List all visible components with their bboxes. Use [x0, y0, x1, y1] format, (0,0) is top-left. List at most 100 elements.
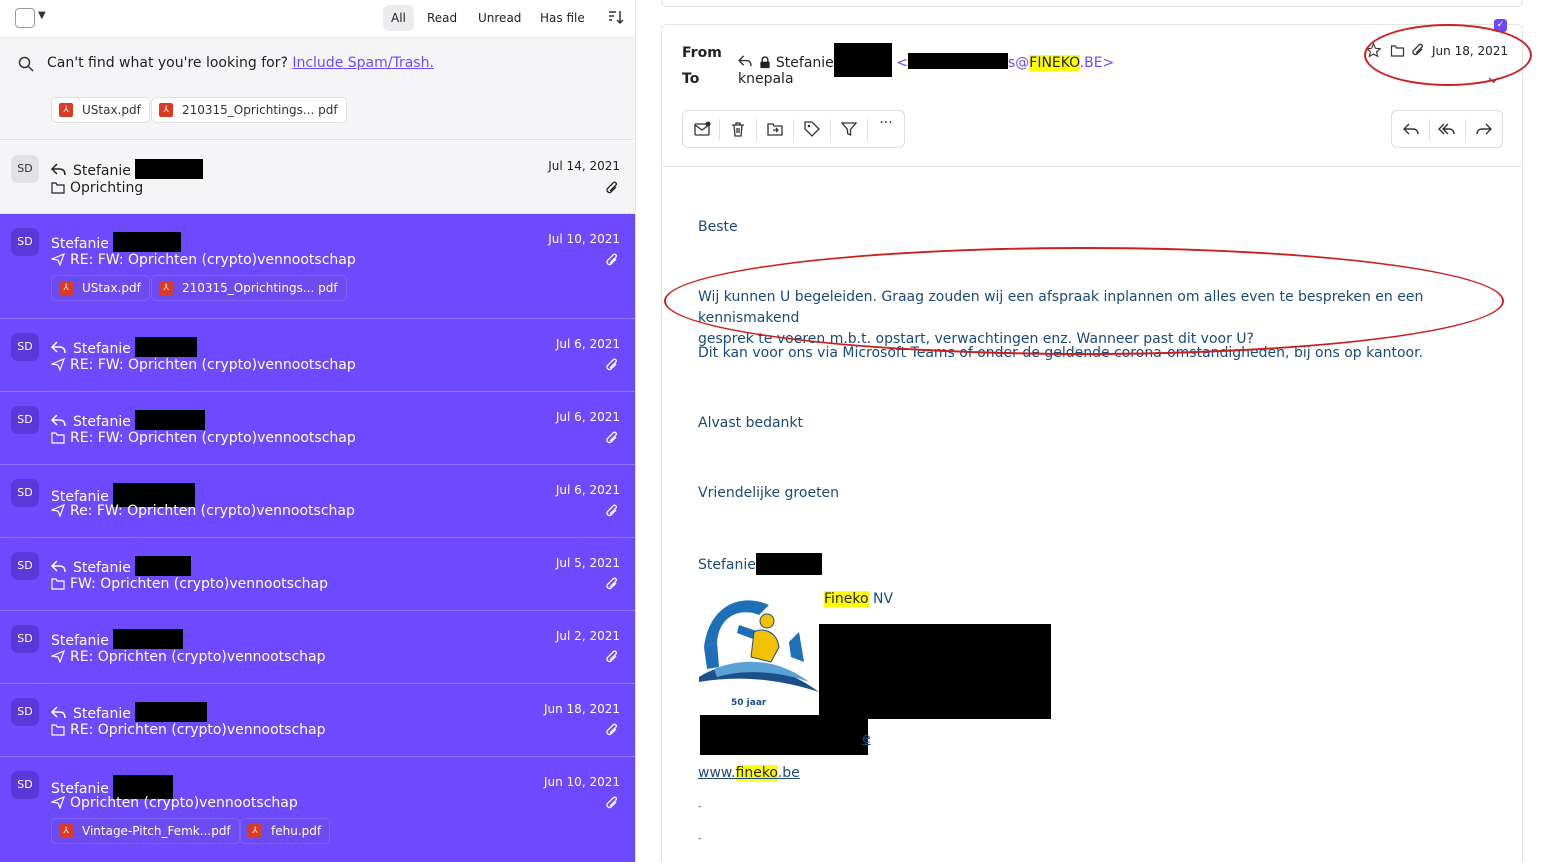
folder-icon — [51, 432, 65, 444]
redacted-block — [135, 556, 192, 576]
attachment-chip[interactable]: ⅄ UStax.pdf — [51, 97, 150, 123]
list-item[interactable]: SD Stefanie Jul 6, 2021 RE: FW: Oprichte… — [0, 392, 635, 465]
list-item[interactable]: SD Stefanie Jul 5, 2021 FW: Oprichten (c… — [0, 538, 635, 611]
pdf-icon: ⅄ — [159, 281, 173, 295]
sender-name: Stefanie — [73, 414, 131, 430]
message-list-pane: ▼ All Read Unread Has file Can't find wh… — [0, 0, 636, 862]
attachment-name: Vintage-Pitch_Femk...pdf — [82, 824, 231, 838]
message-date: Jul 6, 2021 — [555, 337, 620, 351]
company-logo — [699, 600, 819, 692]
sent-icon — [51, 504, 65, 517]
to-recipient[interactable]: knepala — [738, 71, 794, 87]
paperclip-icon — [606, 796, 617, 809]
toolbar-divider — [830, 119, 831, 141]
list-item[interactable]: SD Stefanie Jun 10, 2021 Oprichten (cryp… — [0, 757, 635, 862]
filter-read-button[interactable]: Read — [419, 5, 465, 31]
attachment-chip[interactable]: ⅄ 210315_Oprichtings... pdf — [151, 275, 347, 301]
filter-icon[interactable] — [840, 120, 858, 138]
toolbar-divider — [867, 119, 868, 141]
sort-icon[interactable] — [606, 8, 624, 26]
trash-icon[interactable] — [729, 120, 747, 138]
spam-notice-text: Can't find what you're looking for? Incl… — [47, 55, 434, 71]
body-greeting: Beste — [698, 219, 738, 235]
redacted-block — [135, 337, 198, 357]
message-date: Jul 10, 2021 — [548, 232, 620, 246]
select-dropdown-chevron-icon[interactable]: ▼ — [38, 10, 46, 21]
redacted-block — [819, 624, 1051, 719]
replied-icon — [51, 560, 66, 573]
attachment-chip[interactable]: ⅄ Vintage-Pitch_Femk...pdf — [51, 818, 240, 844]
body-paragraph: Alvast bedankt — [698, 415, 803, 431]
web-highlight: fineko — [735, 765, 778, 781]
redacted-block — [907, 53, 1008, 69]
attachment-chip[interactable]: ⅄ fehu.pdf — [240, 818, 331, 844]
attachment-chip[interactable]: ⅄ UStax.pdf — [51, 275, 150, 301]
toolbar-divider — [756, 119, 757, 141]
paperclip-icon — [606, 431, 617, 444]
paperclip-icon — [606, 181, 617, 194]
avatar: SD — [11, 228, 39, 256]
attachment-chip[interactable]: ⅄ 210315_Oprichtings... pdf — [151, 97, 347, 123]
list-item[interactable]: SD Stefanie Jul 2, 2021 RE: Oprichten (c… — [0, 611, 635, 684]
filter-has-file-button[interactable]: Has file — [532, 5, 593, 31]
avatar: SD — [11, 333, 39, 361]
signature-link-tail[interactable]: e — [862, 729, 871, 750]
previous-message-card-edge — [661, 0, 1523, 7]
attachment-name: 210315_Oprichtings... pdf — [182, 281, 338, 295]
attachment-name: UStax.pdf — [82, 103, 141, 117]
sender-name: Stefanie — [73, 341, 131, 357]
message-date: Jul 6, 2021 — [555, 483, 620, 497]
addr-suffix: .BE> — [1079, 55, 1115, 71]
body-paragraph: Vriendelijke groeten — [698, 485, 840, 501]
search-icon — [18, 56, 34, 72]
reply-icon[interactable] — [1402, 120, 1420, 138]
message-subject: RE: Oprichten (crypto)vennootschap — [70, 649, 326, 665]
replied-icon — [51, 341, 66, 354]
sent-icon — [51, 650, 65, 663]
pdf-icon: ⅄ — [159, 103, 173, 117]
sender-name: Stefanie — [73, 706, 131, 722]
website-link[interactable]: www.fineko.be — [698, 763, 800, 784]
forward-icon[interactable] — [1475, 120, 1493, 138]
paperclip-icon — [606, 253, 617, 266]
move-to-folder-icon[interactable] — [766, 120, 784, 138]
replied-icon — [738, 55, 752, 67]
message-date: Jul 14, 2021 — [548, 159, 620, 173]
list-item[interactable]: SD Stefanie Jul 6, 2021 Re: FW: Oprichte… — [0, 465, 635, 538]
tag-icon[interactable] — [803, 120, 821, 138]
list-item[interactable]: SD Stefanie Jul 6, 2021 RE: FW: Oprichte… — [0, 319, 635, 392]
include-spam-link[interactable]: Include Spam/Trash. — [292, 55, 434, 71]
avatar: SD — [11, 479, 39, 507]
list-item[interactable]: SD Stefanie Jul 10, 2021 RE: FW: Opricht… — [0, 214, 635, 319]
list-item[interactable]: SD Stefanie Jun 18, 2021 RE: Oprichten (… — [0, 684, 635, 757]
filter-all-button[interactable]: All — [383, 5, 414, 31]
reply-all-icon[interactable] — [1438, 120, 1456, 138]
attachment-name: 210315_Oprichtings... pdf — [182, 103, 338, 117]
folder-icon — [51, 578, 65, 590]
filter-bar: ▼ All Read Unread Has file — [0, 0, 635, 38]
message-actions-toolbar: ··· — [682, 110, 905, 148]
avatar: SD — [11, 552, 39, 580]
attachment-name: UStax.pdf — [82, 281, 141, 295]
paperclip-icon — [606, 577, 617, 590]
pdf-icon: ⅄ — [59, 824, 73, 838]
message-date: Jul 2, 2021 — [555, 629, 620, 643]
paperclip-icon — [606, 358, 617, 371]
redacted-block — [700, 715, 868, 755]
message-subject: RE: FW: Oprichten (crypto)vennootschap — [70, 252, 356, 268]
replied-icon — [51, 706, 66, 719]
message-subject: Oprichting — [70, 180, 144, 196]
message-date: Jun 18, 2021 — [543, 702, 620, 716]
select-all-checkbox[interactable] — [15, 8, 35, 28]
annotation-ellipse-date — [1364, 24, 1532, 86]
more-options-icon[interactable]: ··· — [877, 115, 895, 133]
from-field[interactable]: Stefanie < s@FINEKO.BE> — [738, 43, 1114, 77]
filter-unread-button[interactable]: Unread — [470, 5, 529, 31]
list-item[interactable]: SD Stefanie Jul 14, 2021 Oprichting — [0, 141, 635, 214]
sent-icon — [51, 796, 65, 809]
folder-icon — [51, 182, 65, 194]
avatar: SD — [11, 155, 39, 183]
addr-local: s@ — [1007, 55, 1030, 71]
toolbar-divider — [719, 119, 720, 141]
mark-unread-icon[interactable] — [693, 120, 711, 138]
